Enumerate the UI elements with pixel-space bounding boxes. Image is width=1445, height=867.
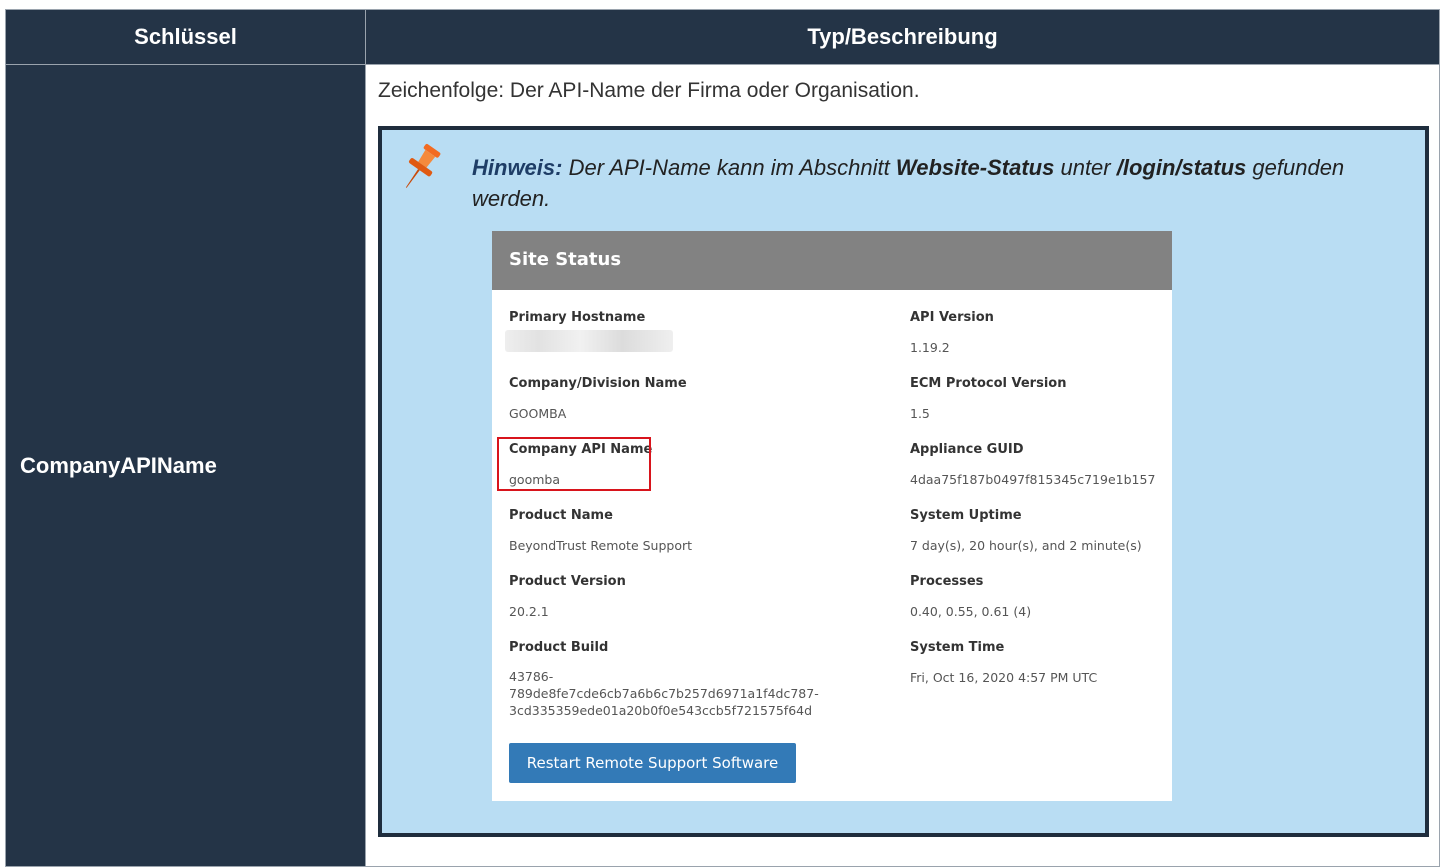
build-line: 789de8fe7cde6cb7a6b6c7b257d6971a1f4dc787… bbox=[509, 686, 819, 701]
company-api-name-highlight bbox=[497, 437, 651, 491]
note-callout: Hinweis: Der API-Name kann im Abschnitt … bbox=[378, 126, 1429, 837]
note-section-name: Website-Status bbox=[895, 155, 1055, 180]
field-product-build: Product Build 43786- 789de8fe7cde6cb7a6b… bbox=[509, 620, 889, 718]
field-label: Processes bbox=[910, 574, 984, 589]
note-text-part: Der API-Name kann im Abschnitt bbox=[562, 155, 896, 180]
field-label: System Time bbox=[910, 640, 1005, 655]
column-header-key: Schlüssel bbox=[5, 9, 366, 65]
field-processes: Processes 0.40, 0.55, 0.61 (4) bbox=[910, 554, 1172, 620]
field-value: 7 day(s), 20 hour(s), and 2 minute(s) bbox=[910, 538, 1142, 553]
field-value: 1.5 bbox=[910, 406, 930, 421]
field-value: 20.2.1 bbox=[509, 604, 549, 619]
parameter-table: Schlüssel Typ/Beschreibung CompanyAPINam… bbox=[5, 9, 1440, 867]
field-ecm-protocol-version: ECM Protocol Version 1.5 bbox=[910, 356, 1172, 422]
field-value: BeyondTrust Remote Support bbox=[509, 538, 693, 553]
blurred-hostname bbox=[505, 330, 673, 352]
field-label: Product Build bbox=[509, 640, 609, 655]
field-primary-hostname: Primary Hostname bbox=[505, 290, 889, 356]
column-header-description: Typ/Beschreibung bbox=[365, 9, 1440, 65]
site-status-right-column: API Version 1.19.2 ECM Protocol Version … bbox=[910, 290, 1172, 686]
pushpin-icon bbox=[405, 143, 441, 188]
build-line: 43786- bbox=[509, 669, 554, 684]
description-cell: Zeichenfolge: Der API-Name der Firma ode… bbox=[365, 64, 1440, 867]
description-text: Zeichenfolge: Der API-Name der Firma ode… bbox=[378, 79, 920, 102]
field-label: System Uptime bbox=[910, 508, 1022, 523]
field-value: 0.40, 0.55, 0.61 (4) bbox=[910, 604, 1032, 619]
field-label: API Version bbox=[910, 310, 994, 325]
field-value: Fri, Oct 16, 2020 4:57 PM UTC bbox=[910, 670, 1098, 685]
restart-remote-support-button[interactable]: Restart Remote Support Software bbox=[509, 743, 796, 783]
build-line: 3cd335359ede01a20b0f0e543ccb5f721575f64d bbox=[509, 703, 813, 718]
key-cell: CompanyAPIName bbox=[5, 64, 366, 867]
field-label: Product Version bbox=[509, 574, 626, 589]
note-label: Hinweis: bbox=[472, 155, 563, 180]
table-row: CompanyAPIName Zeichenfolge: Der API-Nam… bbox=[5, 64, 1440, 867]
site-status-title: Site Status bbox=[492, 231, 1172, 290]
field-system-time: System Time Fri, Oct 16, 2020 4:57 PM UT… bbox=[910, 620, 1172, 686]
field-label: Product Name bbox=[509, 508, 613, 523]
note-text-part: unter bbox=[1054, 155, 1117, 180]
field-value: 4daa75f187b0497f815345c719e1b157 bbox=[910, 472, 1156, 487]
field-product-name: Product Name BeyondTrust Remote Support bbox=[509, 488, 889, 554]
field-label: Appliance GUID bbox=[910, 442, 1024, 457]
field-appliance-guid: Appliance GUID 4daa75f187b0497f815345c71… bbox=[910, 422, 1172, 488]
field-label: Company/Division Name bbox=[509, 376, 687, 391]
site-status-screenshot: Site Status Primary Hostname Company/Div… bbox=[492, 231, 1172, 801]
field-value: 1.19.2 bbox=[910, 340, 950, 355]
field-value: GOOMBA bbox=[509, 406, 567, 421]
field-label: ECM Protocol Version bbox=[910, 376, 1067, 391]
note-path: /login/status bbox=[1116, 155, 1247, 180]
field-label: Primary Hostname bbox=[509, 310, 646, 325]
field-system-uptime: System Uptime 7 day(s), 20 hour(s), and … bbox=[910, 488, 1172, 554]
field-value: 43786- 789de8fe7cde6cb7a6b6c7b257d6971a1… bbox=[509, 668, 889, 719]
field-api-version: API Version 1.19.2 bbox=[910, 290, 1172, 356]
field-product-version: Product Version 20.2.1 bbox=[509, 554, 889, 620]
field-company-division-name: Company/Division Name GOOMBA bbox=[509, 356, 889, 422]
note-text: Hinweis: Der API-Name kann im Abschnitt … bbox=[472, 152, 1372, 214]
